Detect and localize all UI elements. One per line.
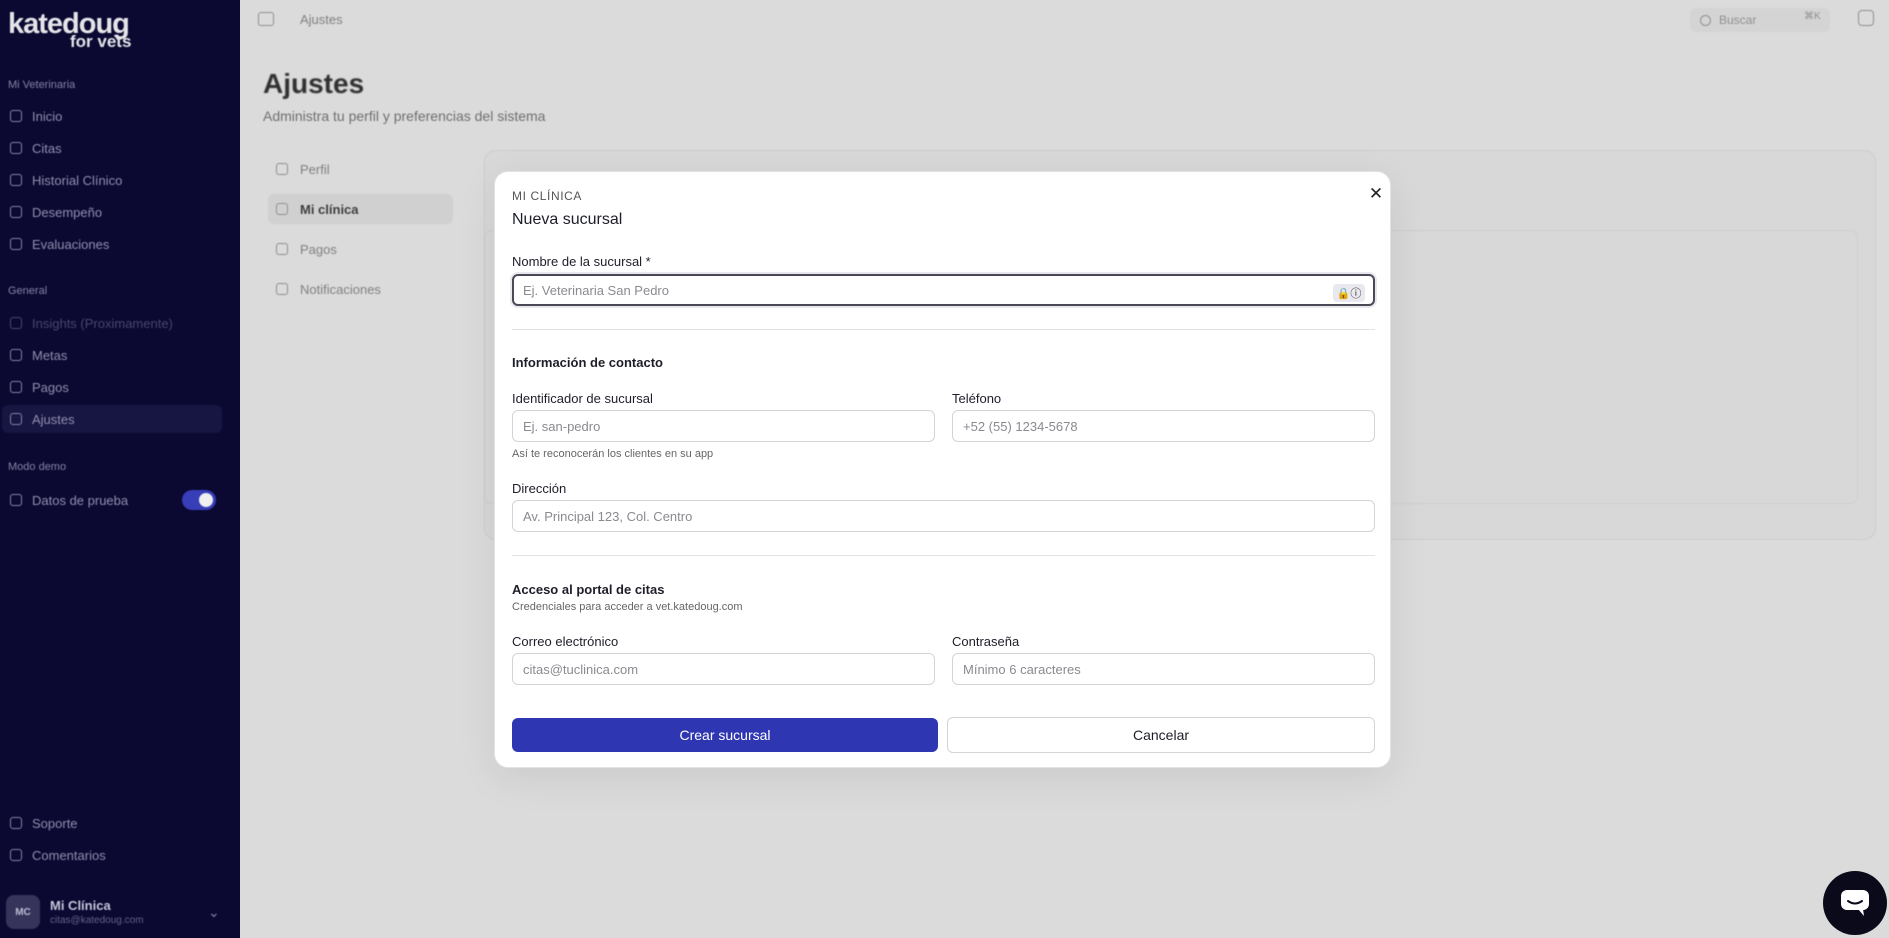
phone-input[interactable] <box>952 410 1375 442</box>
divider <box>512 555 1375 556</box>
address-label: Dirección <box>512 481 567 496</box>
contact-heading: Información de contacto <box>512 355 663 370</box>
new-branch-dialog: MI CLÍNICA Nueva sucursal ✕ Nombre de la… <box>494 171 1391 768</box>
dialog-section-label: MI CLÍNICA <box>512 189 583 203</box>
dialog-title: Nueva sucursal <box>512 211 623 228</box>
password-field[interactable] <box>952 653 1375 685</box>
branch-name-label: Nombre de la sucursal * <box>512 254 651 269</box>
create-branch-button[interactable]: Crear sucursal <box>512 718 938 752</box>
password-manager-icon[interactable]: 🔒ⓘ <box>1333 284 1365 302</box>
portal-heading: Acceso al portal de citas <box>512 582 665 597</box>
email-label: Correo electrónico <box>512 634 619 649</box>
chat-icon <box>1841 890 1869 916</box>
address-input[interactable] <box>512 500 1375 532</box>
email-field[interactable] <box>512 653 935 685</box>
chat-widget-button[interactable] <box>1823 871 1887 935</box>
password-label: Contraseña <box>952 634 1020 649</box>
portal-subtitle: Credenciales para acceder a vet.katedoug… <box>512 601 743 613</box>
branch-name-input[interactable] <box>512 274 1375 306</box>
branch-id-label: Identificador de sucursal <box>512 391 653 406</box>
cancel-button[interactable]: Cancelar <box>947 717 1375 753</box>
close-icon[interactable]: ✕ <box>1367 185 1385 203</box>
branch-id-hint: Así te reconocerán los clientes en su ap… <box>512 448 714 460</box>
branch-id-input[interactable] <box>512 410 935 442</box>
phone-label: Teléfono <box>952 391 1002 406</box>
divider <box>512 329 1375 330</box>
